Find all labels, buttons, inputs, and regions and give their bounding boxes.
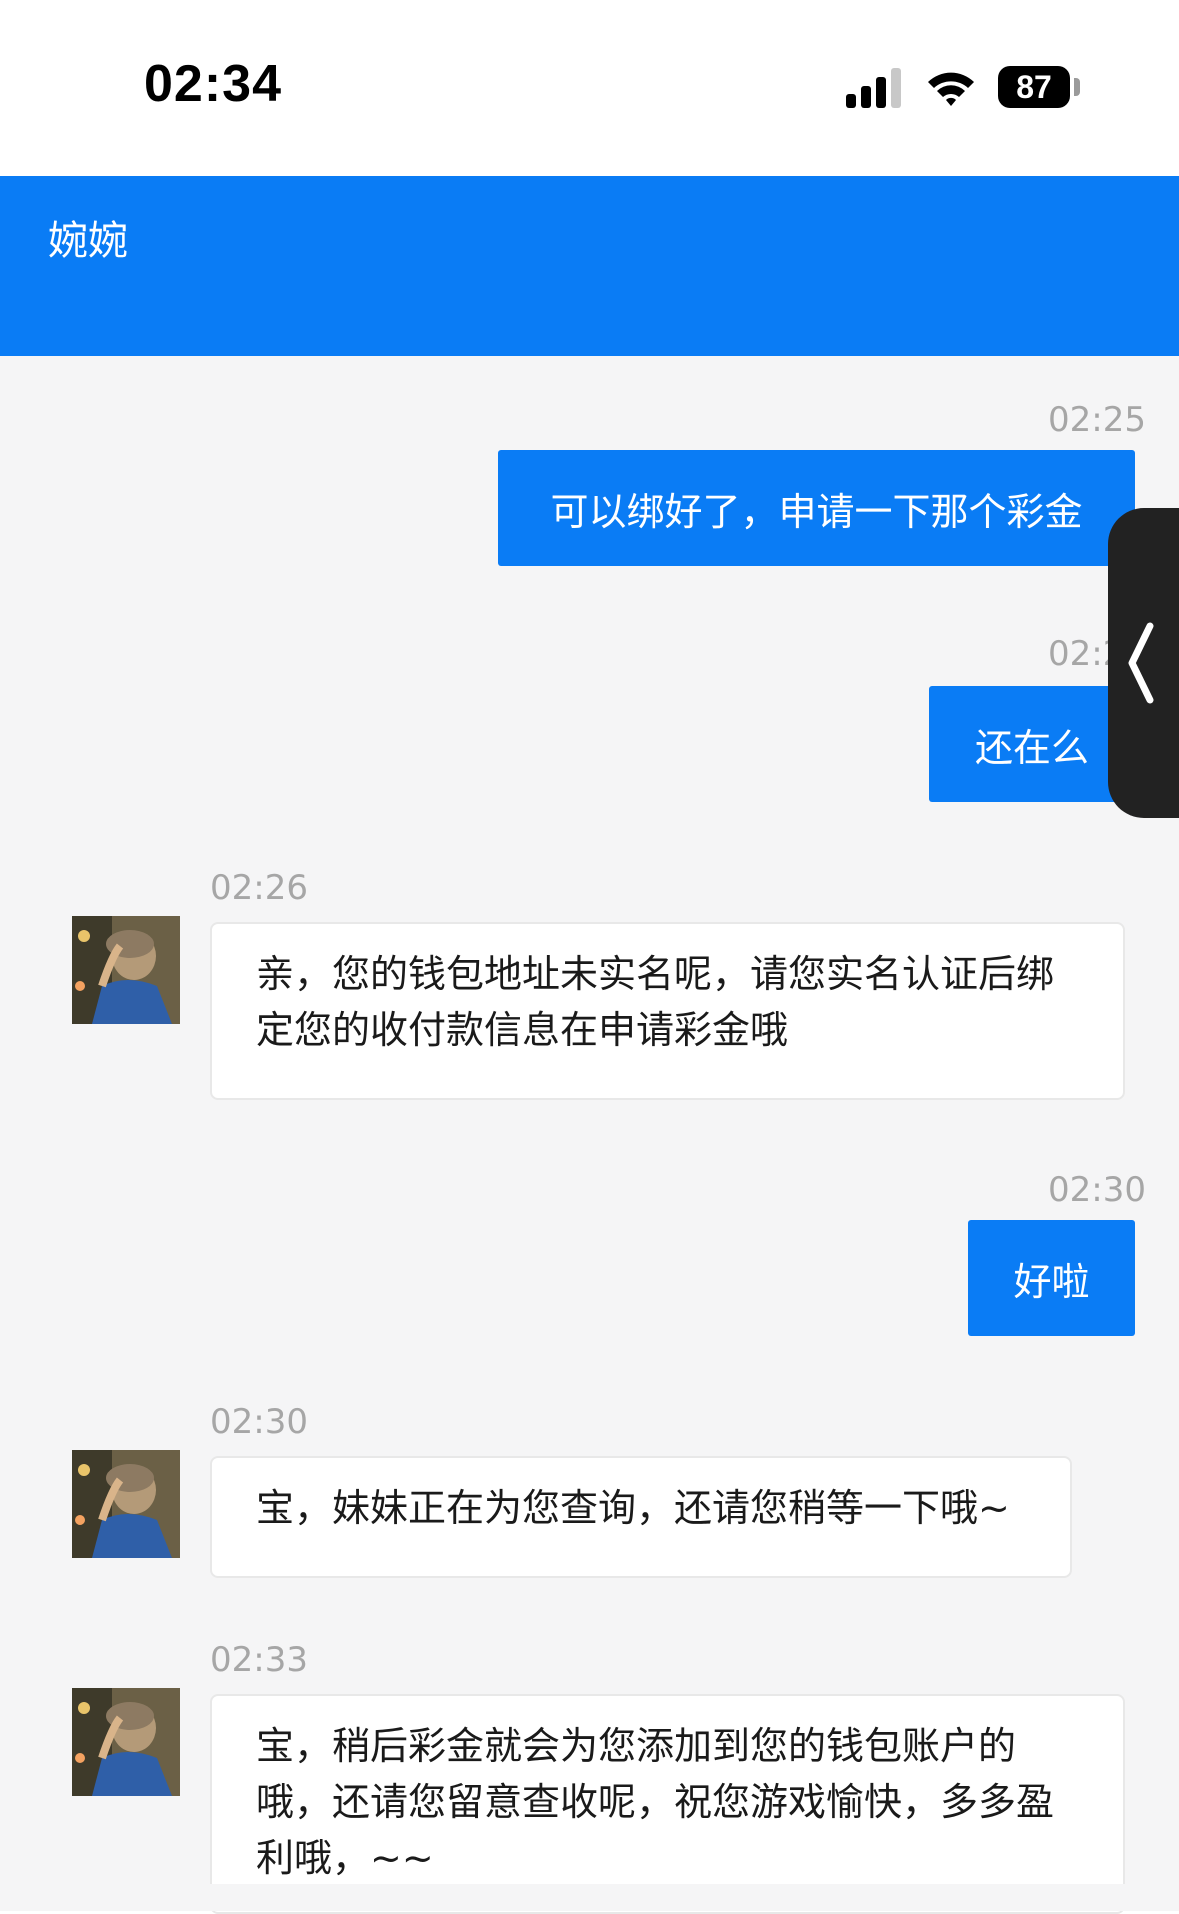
incoming-message-bubble[interactable]: 宝，妹妹正在为您查询，还请您稍等一下哦~ (210, 1456, 1072, 1578)
chat-area[interactable]: 02:25 可以绑好了，申请一下那个彩金 02:2 还在么 02:26 亲，您的… (0, 356, 1179, 1914)
contact-avatar[interactable] (72, 1450, 180, 1558)
chat-header: 婉婉 (0, 176, 1179, 356)
outgoing-message-bubble[interactable]: 可以绑好了，申请一下那个彩金 (498, 450, 1135, 566)
message-timestamp: 02:26 (210, 868, 308, 908)
incoming-message-bubble[interactable]: 亲，您的钱包地址未实名呢，请您实名认证后绑定您的收付款信息在申请彩金哦 (210, 922, 1125, 1100)
side-drawer-handle[interactable] (1108, 508, 1179, 818)
battery-cap (1074, 78, 1080, 96)
status-bar: 02:34 87 (0, 0, 1179, 176)
bottom-edge (0, 1884, 1179, 1911)
status-time: 02:34 (144, 55, 282, 113)
contact-name: 婉婉 (48, 218, 128, 264)
chevron-left-icon (1128, 622, 1154, 704)
outgoing-message-bubble[interactable]: 好啦 (968, 1220, 1135, 1336)
outgoing-message-bubble[interactable]: 还在么 (929, 686, 1135, 802)
wifi-icon (926, 68, 976, 108)
message-timestamp: 02:33 (210, 1640, 308, 1680)
cellular-signal-icon (846, 68, 904, 108)
message-timestamp: 02:25 (1048, 400, 1146, 440)
contact-avatar[interactable] (72, 916, 180, 1024)
message-timestamp: 02:30 (210, 1402, 308, 1442)
message-timestamp: 02:30 (1048, 1170, 1146, 1210)
contact-avatar[interactable] (72, 1688, 180, 1796)
battery-icon: 87 (998, 66, 1070, 108)
incoming-message-bubble[interactable]: 宝，稍后彩金就会为您添加到您的钱包账户的哦，还请您留意查收呢，祝您游戏愉快，多多… (210, 1694, 1125, 1914)
